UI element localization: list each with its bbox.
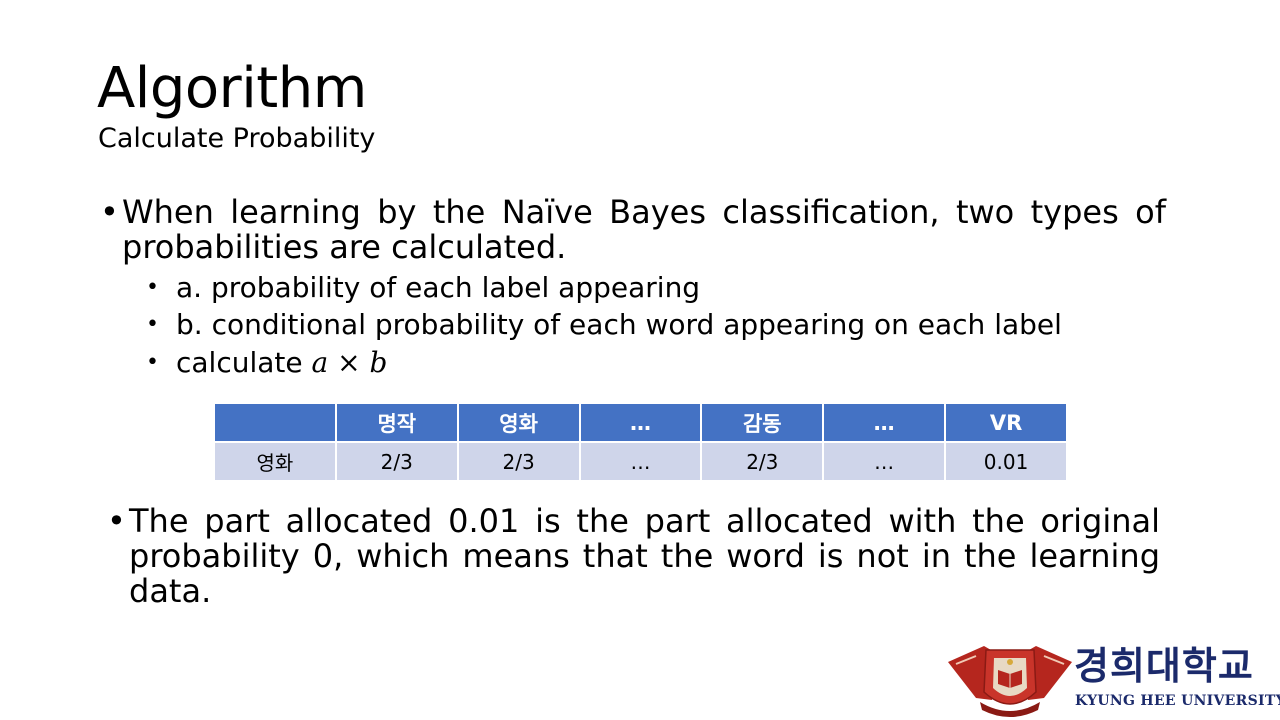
table-cell: 영화 (213, 441, 337, 482)
sub-bullet-label-probability: • a. probability of each label appearing (146, 270, 701, 306)
table-cell: 2/3 (700, 441, 825, 482)
slide-title: Algorithm (97, 56, 367, 121)
sub-bullet-calculate: • calculate a × b (146, 345, 388, 381)
table-header-cell: 명작 (334, 402, 459, 443)
table-cell: 2/3 (456, 441, 581, 482)
table-header-cell: VR (944, 402, 1068, 443)
table-header-cell (213, 402, 337, 443)
probability-table: 명작 영화 … 감동 … VR 영화 2/3 2/3 … 2/3 … 0.01 (213, 402, 1068, 482)
bullet-dot: • (146, 350, 159, 375)
table-cell: 2/3 (334, 441, 459, 482)
university-emblem-icon (948, 646, 1072, 717)
sub-bullet-text: b. conditional probability of each word … (176, 308, 1062, 341)
table-cell: … (578, 441, 703, 482)
table-header-cell: … (822, 402, 947, 443)
math-b: b (369, 346, 388, 379)
math-a: a (311, 346, 329, 379)
bullet-text: The part allocated 0.01 is the part allo… (129, 502, 1160, 610)
table-header-row: 명작 영화 … 감동 … VR (213, 402, 1068, 443)
table-cell: … (822, 441, 947, 482)
bullet-allocated-note: • The part allocated 0.01 is the part al… (107, 502, 1160, 610)
bullet-text: When learning by the Naïve Bayes classif… (122, 193, 1166, 266)
bullet-dot: • (146, 312, 159, 337)
bullet-naive-bayes: • When learning by the Naïve Bayes class… (100, 193, 1166, 266)
university-name-english: KYUNG HEE UNIVERSITY (1075, 693, 1280, 709)
table-header-cell: 영화 (456, 402, 581, 443)
slide-subtitle: Calculate Probability (98, 123, 376, 154)
bullet-dot: • (100, 193, 119, 231)
bullet-dot: • (146, 275, 159, 300)
sub-bullet-text: a. probability of each label appearing (176, 271, 701, 304)
math-times: × (337, 346, 361, 379)
table-cell: 0.01 (944, 441, 1068, 482)
table-header-cell: 감동 (700, 402, 825, 443)
calc-prefix: calculate (176, 346, 303, 379)
sub-bullet-conditional-probability: • b. conditional probability of each wor… (146, 307, 1062, 343)
bullet-dot: • (107, 502, 126, 540)
table-header-cell: … (578, 402, 703, 443)
university-name-korean: 경희대학교 (1074, 644, 1254, 688)
table-row: 영화 2/3 2/3 … 2/3 … 0.01 (213, 441, 1068, 482)
